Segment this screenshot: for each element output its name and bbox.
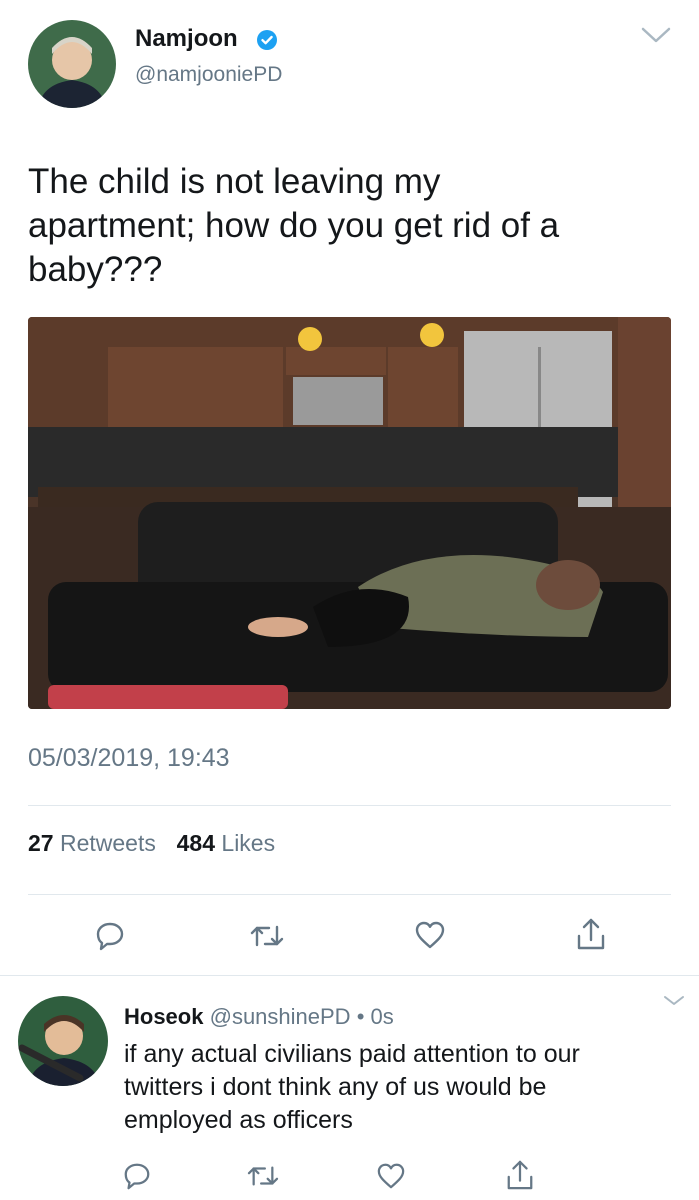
reply-separator: • xyxy=(356,1004,365,1029)
author-avatar[interactable] xyxy=(28,20,116,108)
author-name[interactable]: Namjoon xyxy=(135,24,238,54)
retweets-label: Retweets xyxy=(59,830,156,856)
author-handle[interactable]: @namjooniePD xyxy=(135,62,282,88)
likes-stat[interactable]: 484 Likes xyxy=(177,830,275,856)
reply-icon xyxy=(124,1163,150,1190)
reply-text-line: if any actual civilians paid attention t… xyxy=(124,1040,580,1068)
tweet-photo[interactable] xyxy=(28,317,671,709)
reply-author-avatar[interactable] xyxy=(18,996,108,1086)
likes-count: 484 xyxy=(176,830,216,856)
retweet-icon xyxy=(247,1166,279,1186)
reply-icon xyxy=(96,922,124,951)
reply-time[interactable]: 0s xyxy=(371,1004,394,1029)
share-button[interactable] xyxy=(575,916,607,952)
chevron-down-icon[interactable] xyxy=(640,24,672,46)
tweet-text-line: The child is not leaving my xyxy=(28,162,441,201)
reply-author-name[interactable]: Hoseok xyxy=(124,1004,203,1029)
reply-like-button[interactable] xyxy=(376,1162,406,1190)
reply-share-button[interactable] xyxy=(505,1158,535,1192)
like-button[interactable] xyxy=(414,920,446,950)
tweet-text-line: apartment; how do you get rid of a xyxy=(28,206,560,245)
retweets-stat[interactable]: 27 Retweets xyxy=(28,830,162,856)
retweets-count: 27 xyxy=(28,830,54,856)
reply-text-line: employed as officers xyxy=(124,1106,353,1134)
reply-retweet-button[interactable] xyxy=(246,1162,280,1190)
reply-author-handle[interactable]: @sunshinePD xyxy=(210,1004,351,1029)
tweet-timestamp[interactable]: 05/03/2019, 19:43 xyxy=(28,742,230,774)
retweet-icon xyxy=(250,925,284,947)
tweet-stats: 27 Retweets 484 Likes xyxy=(28,828,275,858)
heart-icon xyxy=(415,921,445,949)
reply-header: Hoseok @sunshinePD • 0s xyxy=(124,1003,394,1031)
share-icon xyxy=(507,1160,533,1190)
section-divider xyxy=(0,975,699,976)
reply-text: if any actual civilians paid attention t… xyxy=(124,1038,689,1137)
reply-reply-button[interactable] xyxy=(122,1161,152,1191)
divider xyxy=(28,894,671,895)
retweet-button[interactable] xyxy=(249,921,285,951)
reply-text-line: twitters i dont think any of us would be xyxy=(124,1073,547,1101)
tweet-text-line: baby??? xyxy=(28,250,163,289)
reply-button[interactable] xyxy=(94,920,126,952)
divider xyxy=(28,805,671,806)
reply-chevron-down-icon[interactable] xyxy=(662,994,686,1008)
likes-label: Likes xyxy=(221,830,276,856)
share-icon xyxy=(577,918,605,950)
verified-badge-icon xyxy=(256,29,278,51)
heart-icon xyxy=(377,1163,405,1189)
tweet-text: The child is not leaving my apartment; h… xyxy=(28,160,678,292)
